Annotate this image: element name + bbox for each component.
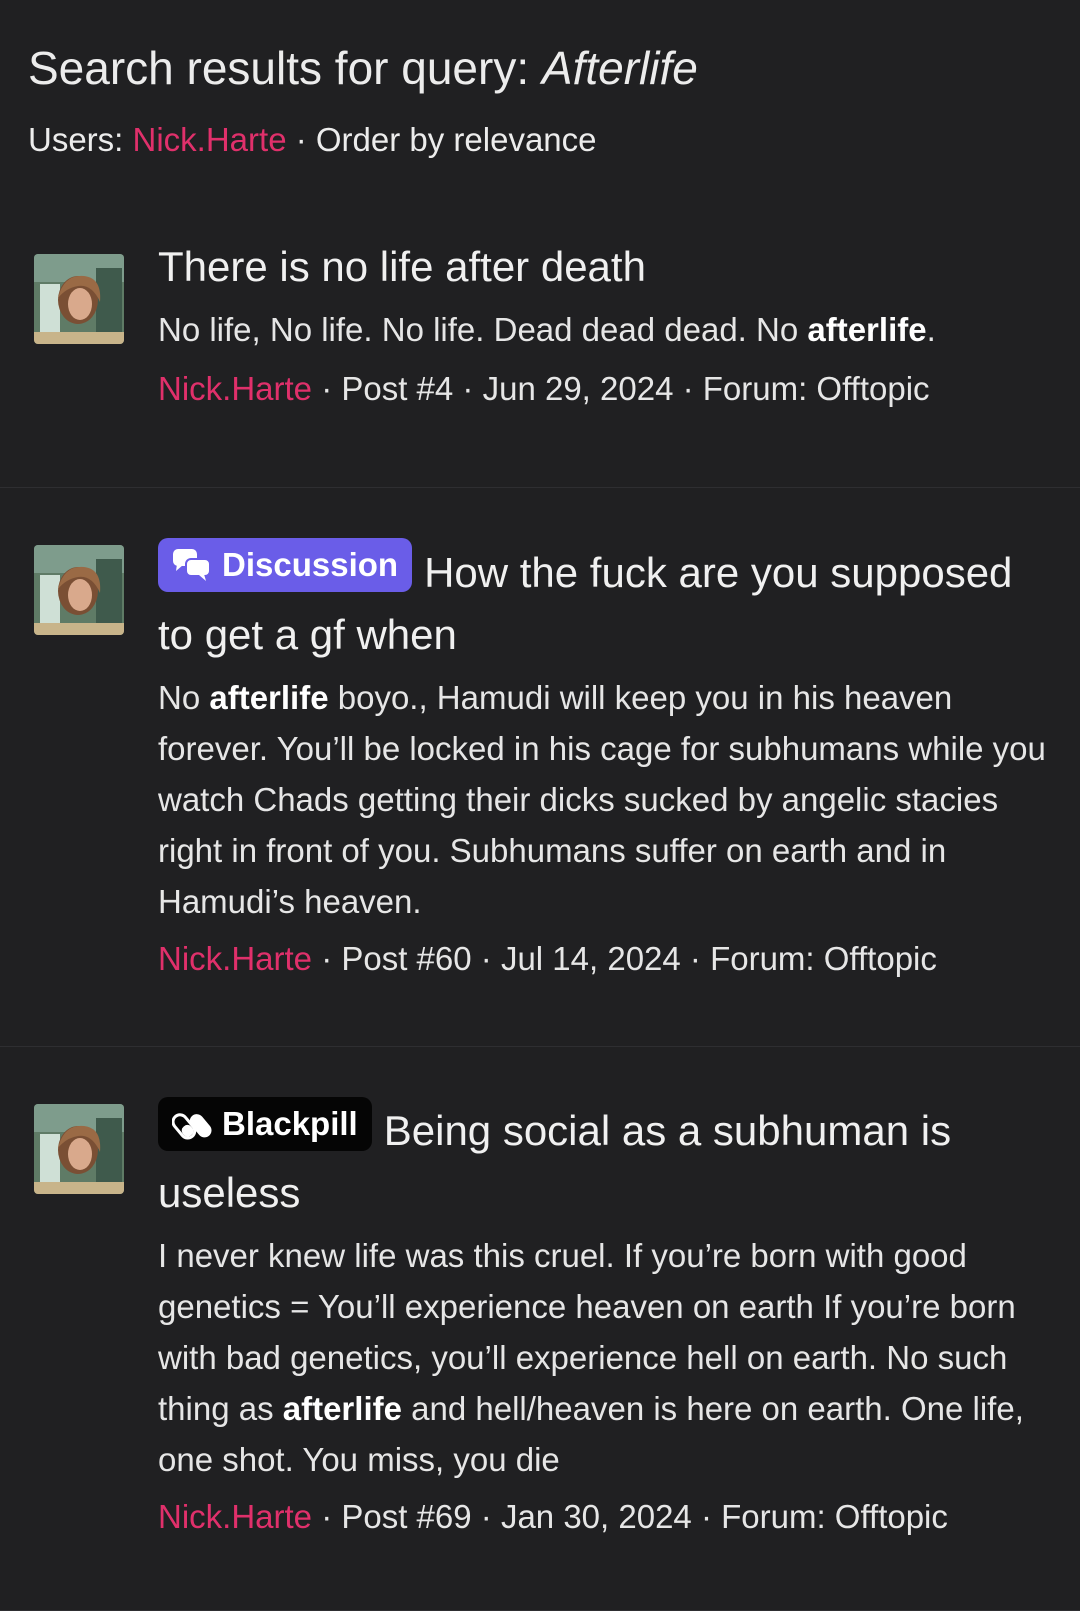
author-link[interactable]: Nick.Harte [158, 940, 312, 977]
chat-bubbles-icon [173, 549, 211, 581]
search-result[interactable]: Blackpill Being social as a subhuman is u… [0, 1047, 1080, 1611]
result-title[interactable]: Discussion How the fuck are you supposed … [158, 538, 1054, 666]
users-label: Users: [28, 121, 133, 158]
author-link[interactable]: Nick.Harte [158, 1498, 312, 1535]
discussion-badge[interactable]: Discussion [158, 538, 413, 592]
result-snippet: No life, No life. No life. Dead dead dea… [158, 304, 1054, 355]
snippet-highlight: afterlife [282, 1390, 402, 1427]
badge-label: Discussion [222, 546, 399, 583]
badge-label: Blackpill [222, 1105, 358, 1142]
snippet-text: No [158, 679, 210, 716]
avatar[interactable] [34, 254, 124, 344]
search-query: Afterlife [541, 42, 698, 94]
user-filter-link[interactable]: Nick.Harte [133, 121, 287, 158]
avatar[interactable] [34, 545, 124, 635]
result-title[interactable]: Blackpill Being social as a subhuman is u… [158, 1097, 1054, 1224]
meta-text: · Post #4 · Jun 29, 2024 · Forum: Offtop… [312, 370, 930, 407]
title-prefix: Search results for query: [28, 42, 542, 94]
search-header: Search results for query: Afterlife User… [0, 0, 1080, 170]
result-snippet: I never knew life was this cruel. If you… [158, 1230, 1054, 1485]
order-label: · Order by relevance [286, 121, 597, 158]
snippet-text: No life, No life. No life. Dead dead dea… [158, 311, 808, 348]
result-title[interactable]: There is no life after death [158, 236, 1054, 298]
result-meta: Nick.Harte · Post #60 · Jul 14, 2024 · F… [158, 933, 1054, 984]
snippet-highlight: afterlife [209, 679, 329, 716]
author-link[interactable]: Nick.Harte [158, 370, 312, 407]
page-title: Search results for query: Afterlife [28, 38, 1052, 98]
blackpill-badge[interactable]: Blackpill [158, 1097, 372, 1151]
search-filters: Users: Nick.Harte · Order by relevance [28, 118, 1052, 162]
search-result[interactable]: Discussion How the fuck are you supposed … [0, 488, 1080, 1047]
snippet-highlight: afterlife [807, 311, 927, 348]
meta-text: · Post #69 · Jan 30, 2024 · Forum: Offto… [312, 1498, 948, 1535]
search-result[interactable]: There is no life after death No life, No… [0, 170, 1080, 488]
result-meta: Nick.Harte · Post #69 · Jan 30, 2024 · F… [158, 1491, 1054, 1542]
meta-text: · Post #60 · Jul 14, 2024 · Forum: Offto… [312, 940, 937, 977]
result-meta: Nick.Harte · Post #4 · Jun 29, 2024 · Fo… [158, 363, 1054, 414]
result-snippet: No afterlife boyo., Hamudi will keep you… [158, 672, 1054, 927]
snippet-text: . [926, 311, 936, 348]
avatar[interactable] [34, 1104, 124, 1194]
pill-icon [172, 1113, 212, 1140]
